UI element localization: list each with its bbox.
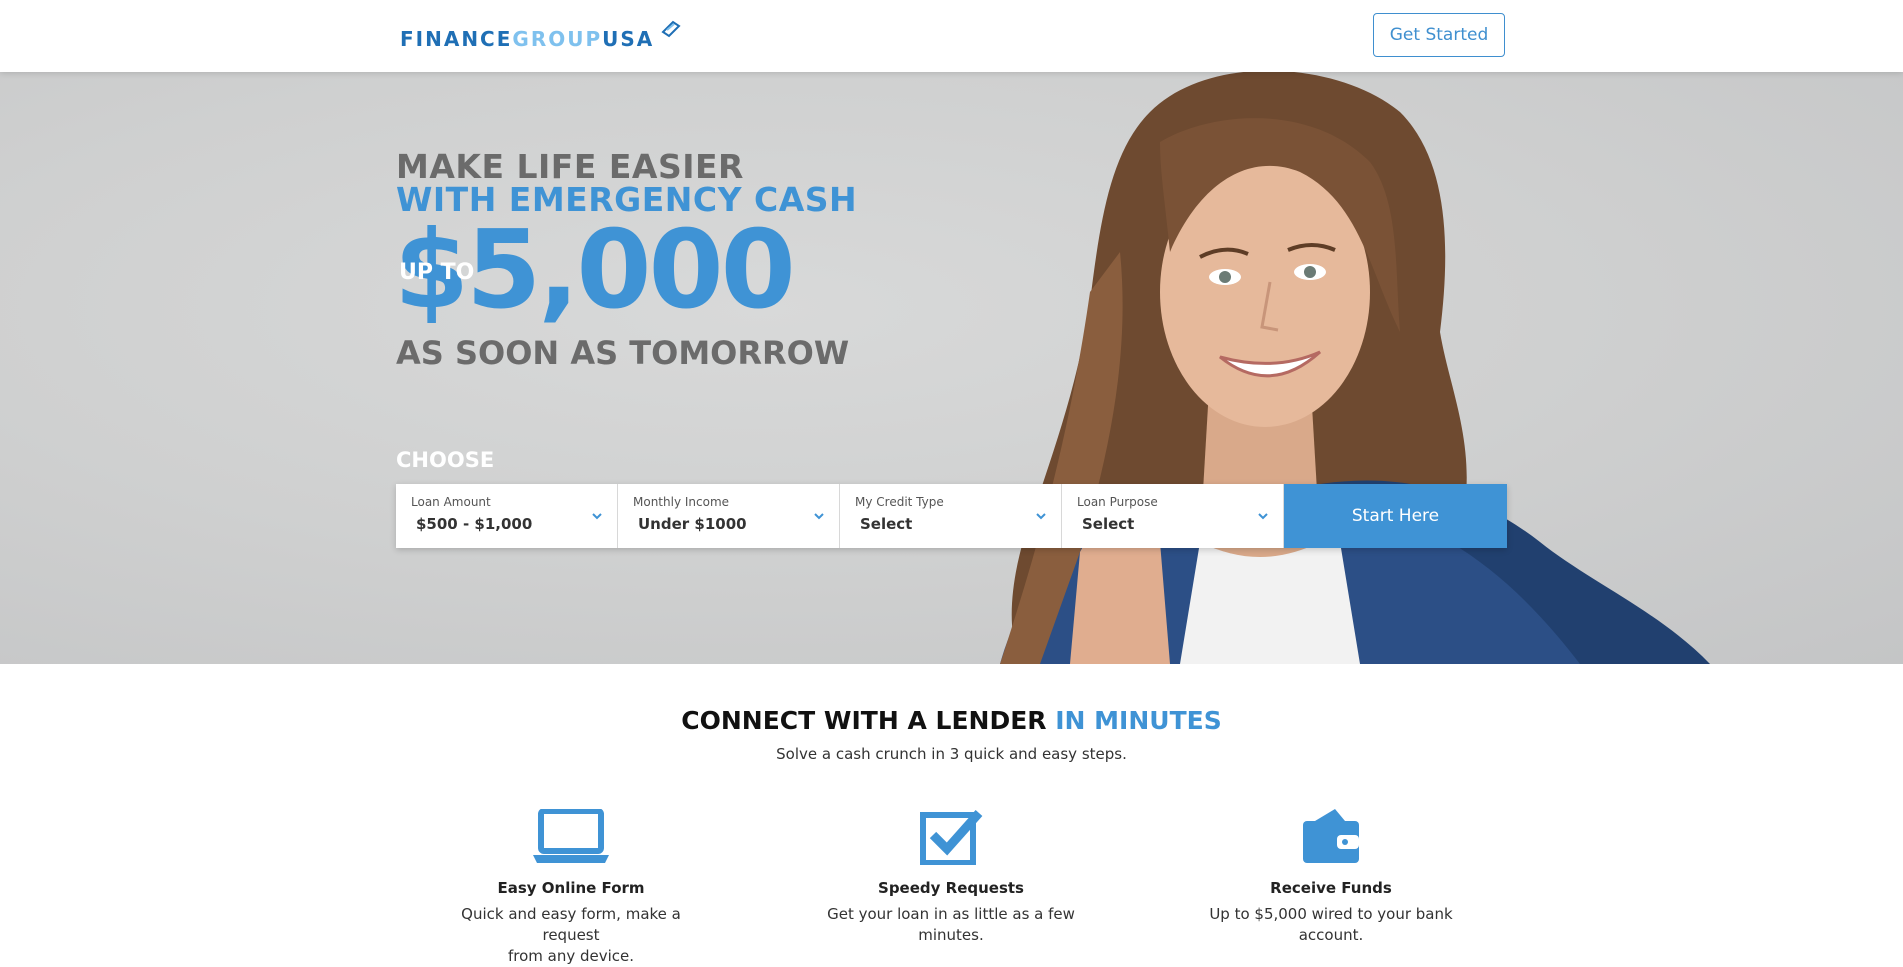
start-here-button[interactable]: Start Here [1284, 484, 1507, 548]
laptop-icon [533, 809, 609, 863]
wallet-icon [1303, 809, 1359, 863]
checkbox-icon [920, 810, 983, 865]
section-title-accent: IN MINUTES [1055, 706, 1222, 735]
feature-description-line: minutes. [918, 926, 984, 944]
monthly-income-value: Under $1000 [638, 515, 747, 533]
logo-text-group: GROUP [512, 27, 603, 51]
feature-description: Get your loan in as little as a few minu… [811, 904, 1091, 946]
feature-description-line: Get your loan in as little as a few [827, 905, 1075, 923]
feature-title: Easy Online Form [497, 879, 645, 897]
chevron-down-icon [1036, 513, 1046, 520]
site-header: FINANCEGROUPUSA Get Started [0, 0, 1903, 72]
loan-purpose-value: Select [1082, 515, 1135, 533]
feature-description-line: Up to $5,000 wired to your bank [1209, 905, 1453, 923]
credit-type-select[interactable]: My Credit Type Select [840, 484, 1062, 548]
chevron-down-icon [814, 513, 824, 520]
hero-up-to: UP TO [399, 260, 475, 285]
chevron-down-icon [592, 513, 602, 520]
monthly-income-label: Monthly Income [633, 495, 730, 509]
loan-amount-value: $500 - $1,000 [416, 515, 533, 533]
loan-amount-label: Loan Amount [411, 495, 491, 509]
hero-section: MAKE LIFE EASIER WITH EMERGENCY CASH $5,… [0, 72, 1903, 664]
section-title-main: CONNECT WITH A LENDER [681, 706, 1047, 735]
loan-purpose-label: Loan Purpose [1077, 495, 1158, 509]
chevron-down-icon [1258, 513, 1268, 520]
credit-type-label: My Credit Type [855, 495, 944, 509]
section-title: CONNECT WITH A LENDER IN MINUTES [0, 706, 1903, 735]
section-subtitle: Solve a cash crunch in 3 quick and easy … [776, 745, 1127, 763]
feature-description-line: Quick and easy form, make a request [461, 905, 681, 944]
feature-title: Speedy Requests [878, 879, 1024, 897]
feature-description: Up to $5,000 wired to your bank account. [1191, 904, 1471, 946]
loan-form: Loan Amount $500 - $1,000 Monthly Income… [396, 484, 1507, 548]
hero-woman-image [1000, 72, 1710, 664]
feature-easy-online-form: Easy Online Form Quick and easy form, ma… [431, 805, 711, 967]
feature-speedy-requests: Speedy Requests Get your loan in as litt… [811, 805, 1091, 946]
feature-description-line: account. [1298, 926, 1364, 944]
credit-type-value: Select [860, 515, 913, 533]
monthly-income-select[interactable]: Monthly Income Under $1000 [618, 484, 840, 548]
loan-amount-select[interactable]: Loan Amount $500 - $1,000 [396, 484, 618, 548]
loan-purpose-select[interactable]: Loan Purpose Select [1062, 484, 1284, 548]
feature-receive-funds: Receive Funds Up to $5,000 wired to your… [1191, 805, 1471, 946]
logo-money-icon [661, 20, 681, 38]
feature-description: Quick and easy form, make a request from… [431, 904, 711, 967]
logo-text-finance: FINANCE [400, 27, 513, 51]
logo-text-usa: USA [602, 27, 655, 51]
get-started-button[interactable]: Get Started [1373, 13, 1505, 57]
site-logo[interactable]: FINANCEGROUPUSA [400, 20, 683, 56]
feature-title: Receive Funds [1270, 879, 1392, 897]
feature-description-line: from any device. [507, 947, 635, 965]
choose-label: CHOOSE [396, 448, 495, 472]
hero-headline-3: AS SOON AS TOMORROW [396, 334, 850, 372]
